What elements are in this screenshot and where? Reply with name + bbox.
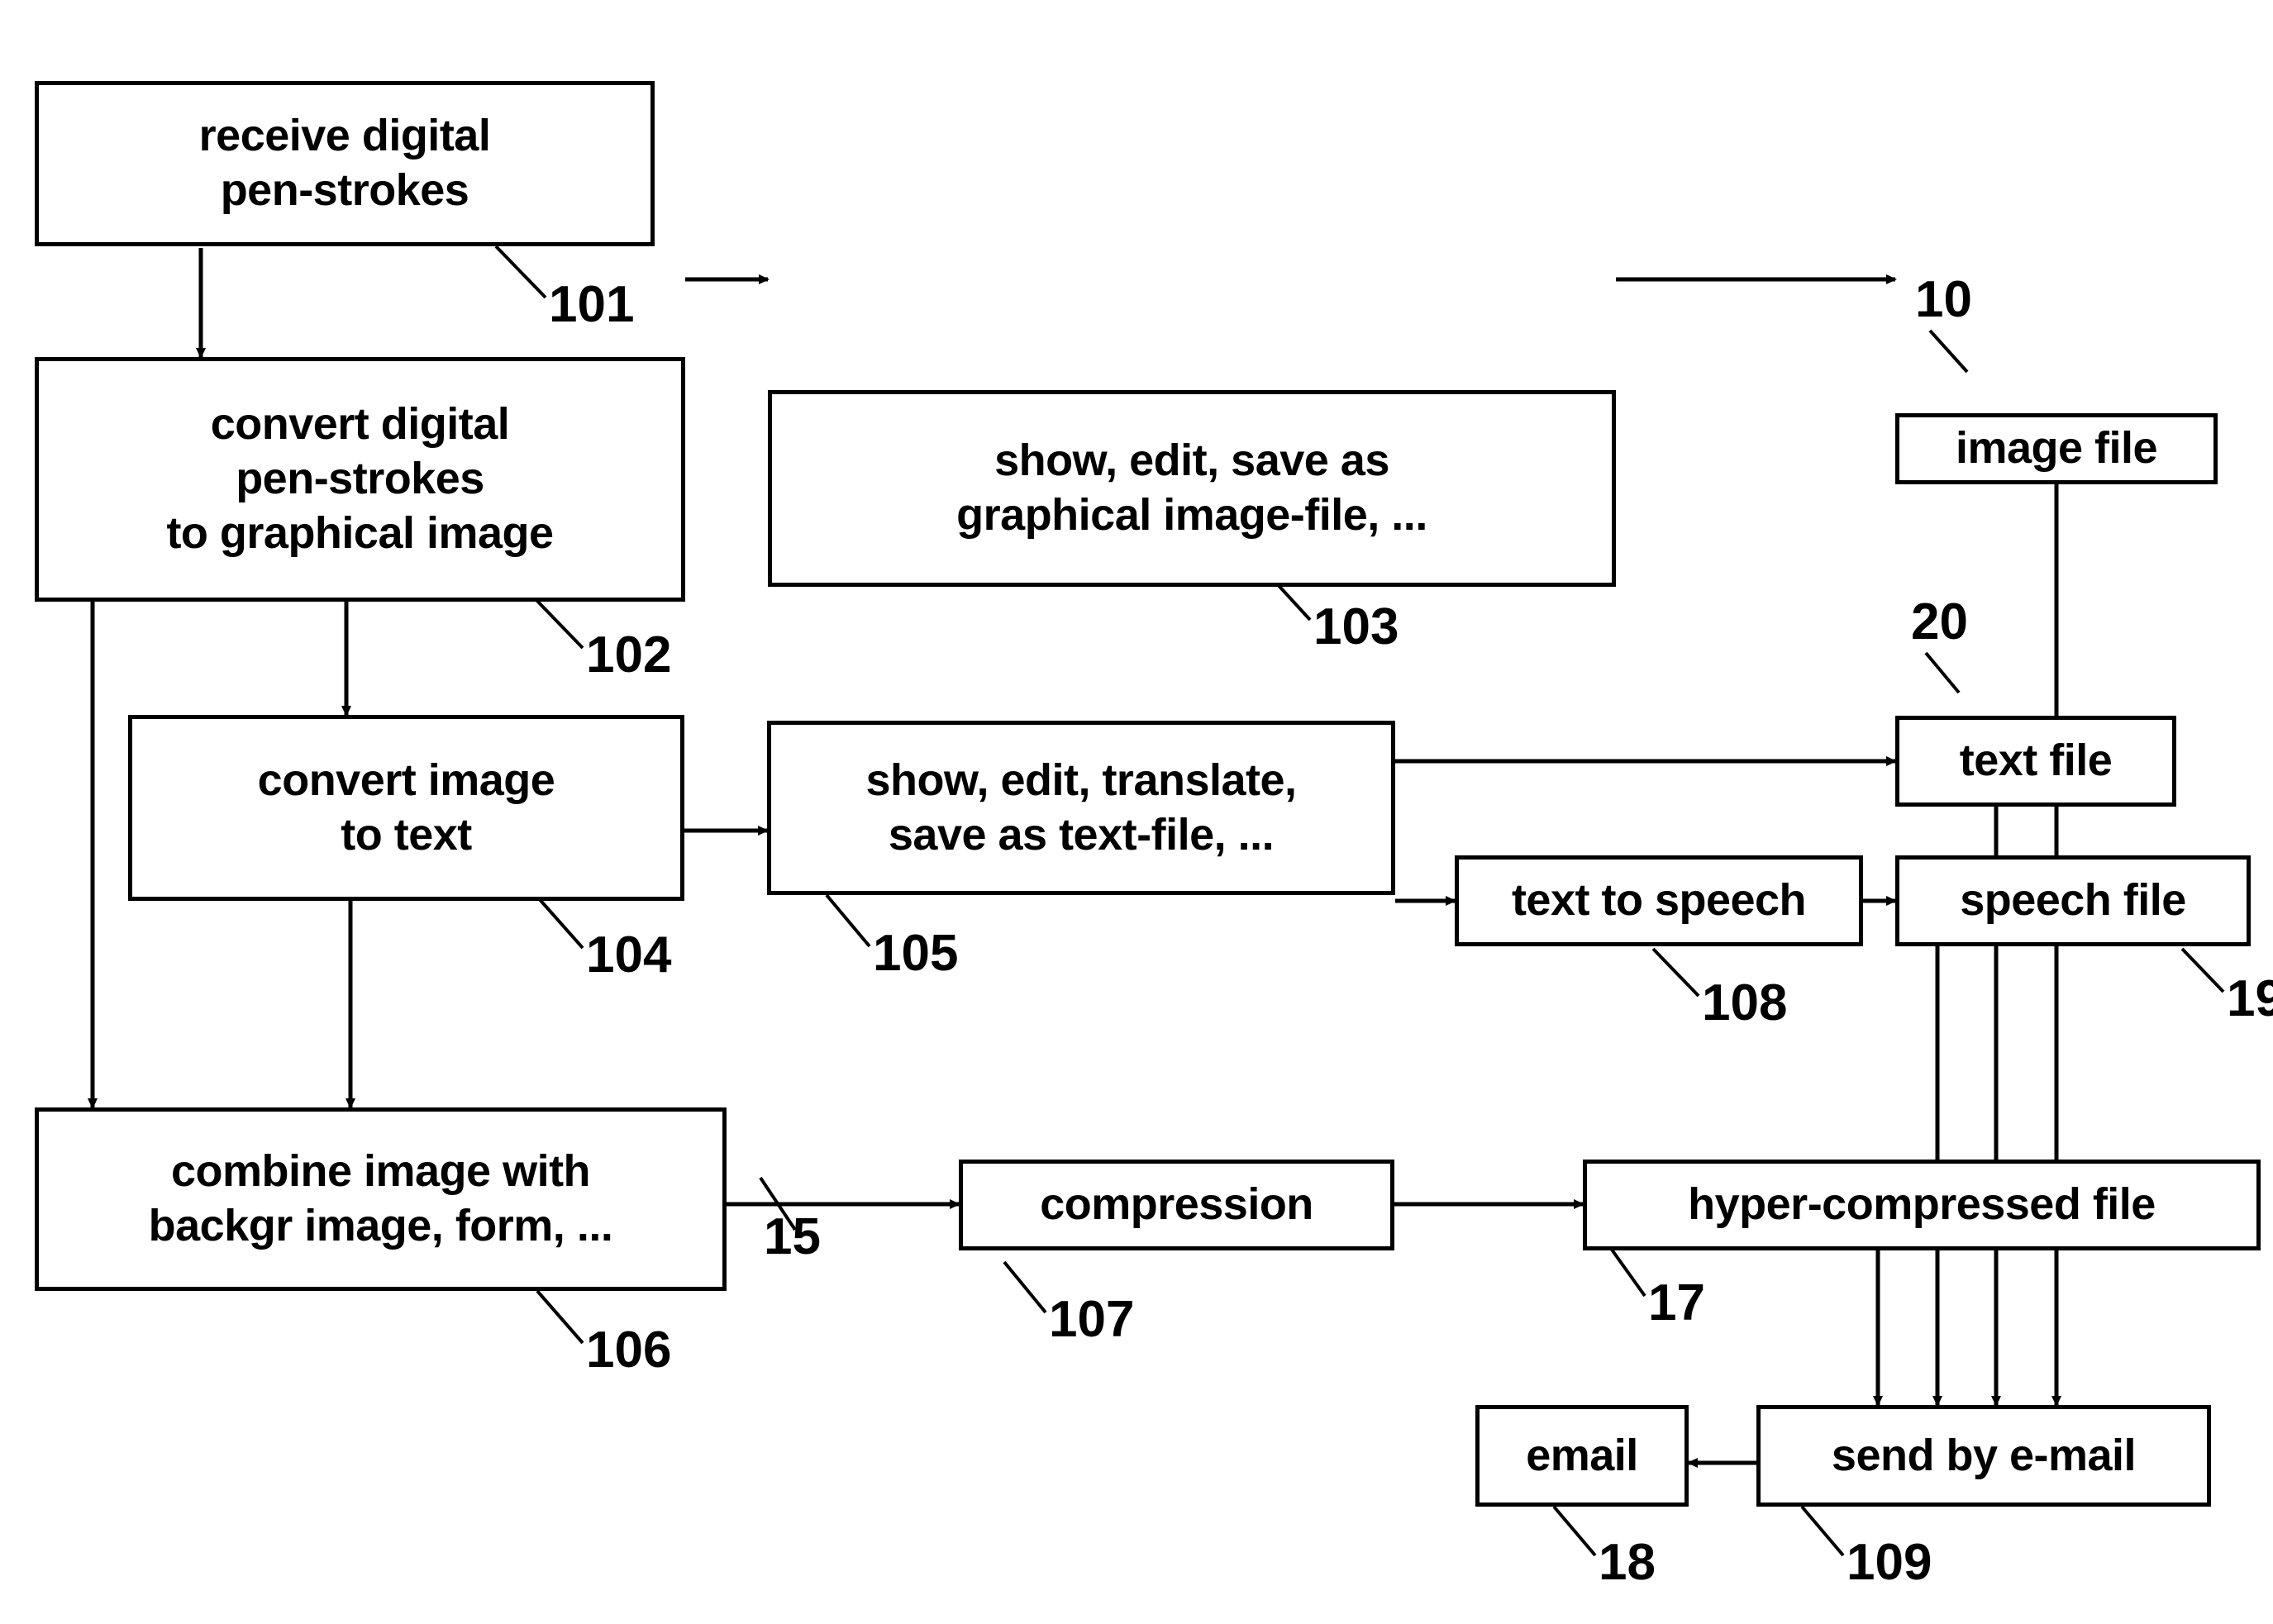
node-label: email xyxy=(1526,1430,1638,1480)
ref-17: 17 xyxy=(1648,1274,1705,1331)
ref-15: 15 xyxy=(764,1208,821,1265)
leader-107 xyxy=(1003,1260,1047,1314)
node-label: speech file xyxy=(1960,875,2186,926)
node-label: show, edit, save as graphical image-file… xyxy=(956,436,1427,540)
ref-102: 102 xyxy=(586,626,672,683)
node-label: convert image to text xyxy=(257,755,555,860)
node-combine-image[interactable]: combine image with backgr image, form, .… xyxy=(35,1107,727,1291)
leader-20 xyxy=(1924,651,1961,694)
node-label: combine image with backgr image, form, .… xyxy=(148,1146,613,1250)
leader-105 xyxy=(825,893,871,948)
node-speech-file[interactable]: speech file xyxy=(1895,855,2251,946)
node-image-file[interactable]: image file xyxy=(1895,413,2218,484)
leader-10 xyxy=(1928,329,1969,374)
ref-105: 105 xyxy=(873,925,959,982)
node-image-actions[interactable]: show, edit, save as graphical image-file… xyxy=(768,390,1616,587)
leader-17 xyxy=(1610,1248,1646,1298)
node-convert-to-text[interactable]: convert image to text xyxy=(128,715,684,901)
ref-10: 10 xyxy=(1915,271,1972,328)
node-label: hyper-compressed file xyxy=(1688,1179,2156,1230)
ref-19: 19 xyxy=(2227,970,2273,1027)
node-email[interactable]: email xyxy=(1475,1405,1689,1507)
node-label: show, edit, translate, save as text-file… xyxy=(865,755,1297,860)
node-label: image file xyxy=(1955,423,2158,474)
node-label: text to speech xyxy=(1511,875,1807,926)
node-label: text file xyxy=(1959,736,2113,786)
ref-101: 101 xyxy=(549,276,635,333)
node-text-file[interactable]: text file xyxy=(1895,716,2176,807)
ref-103: 103 xyxy=(1313,598,1399,655)
node-text-actions[interactable]: show, edit, translate, save as text-file… xyxy=(767,721,1395,895)
figure-canvas: receive digital pen-strokes convert digi… xyxy=(0,0,2273,1624)
leader-108 xyxy=(1651,947,1700,998)
leader-101 xyxy=(494,245,547,299)
ref-109: 109 xyxy=(1847,1534,1932,1591)
node-send-by-email[interactable]: send by e-mail xyxy=(1756,1405,2211,1507)
ref-18: 18 xyxy=(1599,1534,1656,1591)
ref-20: 20 xyxy=(1911,593,1968,650)
node-label: convert digital pen-strokes to graphical… xyxy=(166,399,554,558)
node-label: send by e-mail xyxy=(1831,1430,2137,1480)
node-label: receive digital pen-strokes xyxy=(198,111,491,215)
node-receive-pen-strokes[interactable]: receive digital pen-strokes xyxy=(35,81,655,246)
node-hyper-compressed-file[interactable]: hyper-compressed file xyxy=(1583,1160,2261,1250)
ref-107: 107 xyxy=(1049,1291,1135,1348)
ref-108: 108 xyxy=(1702,974,1788,1031)
leader-109 xyxy=(1800,1505,1845,1557)
leader-104 xyxy=(536,895,584,950)
node-text-to-speech[interactable]: text to speech xyxy=(1455,855,1863,946)
ref-106: 106 xyxy=(586,1322,672,1379)
leader-18 xyxy=(1552,1505,1597,1557)
leader-102 xyxy=(531,595,584,650)
leader-106 xyxy=(536,1289,584,1345)
node-convert-to-image[interactable]: convert digital pen-strokes to graphical… xyxy=(35,357,685,602)
node-label: compression xyxy=(1040,1179,1313,1230)
ref-104: 104 xyxy=(586,926,672,983)
node-compression[interactable]: compression xyxy=(959,1160,1394,1250)
leader-19 xyxy=(2180,947,2225,993)
